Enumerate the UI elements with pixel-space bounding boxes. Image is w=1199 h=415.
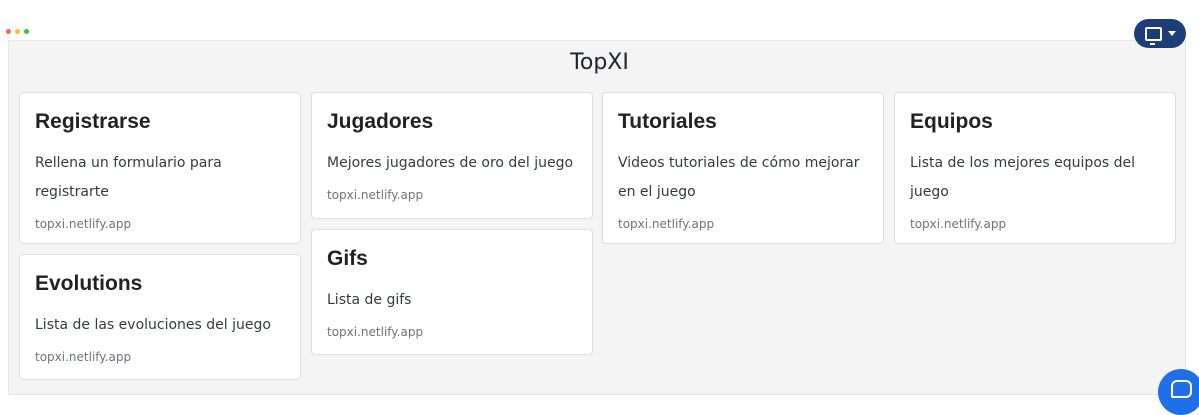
card-link[interactable]: topxi.netlify.app <box>327 325 577 339</box>
card-text: Lista de los mejores equipos del juego <box>910 155 1136 200</box>
card-registrarse[interactable]: Registrarse Rellena un formulario para r… <box>19 92 301 244</box>
window-chrome <box>6 23 1186 41</box>
page-title: TopXI <box>570 50 629 75</box>
monitor-icon <box>1144 26 1162 45</box>
minimize-dot[interactable] <box>15 29 20 34</box>
card-equipos[interactable]: Equipos Lista de los mejores equipos del… <box>894 92 1176 244</box>
card-link[interactable]: topxi.netlify.app <box>327 188 577 202</box>
card-text: Rellena un formulario para registrarte <box>35 155 222 200</box>
card-gifs[interactable]: Gifs Lista de gifs topxi.netlify.app <box>311 229 593 355</box>
card-evolutions[interactable]: Evolutions Lista de las evoluciones del … <box>19 254 301 380</box>
card-title: Equipos <box>910 110 993 133</box>
card-text: Mejores jugadores de oro del juego <box>327 155 574 171</box>
close-dot[interactable] <box>6 29 11 34</box>
display-menu-button[interactable] <box>1134 19 1186 48</box>
card-text: Lista de gifs <box>327 292 412 308</box>
chat-button[interactable] <box>1158 369 1199 415</box>
caret-down-icon <box>1167 31 1176 36</box>
card-link[interactable]: topxi.netlify.app <box>910 217 1160 231</box>
card-title: Jugadores <box>327 110 434 133</box>
card-link[interactable]: topxi.netlify.app <box>35 350 285 364</box>
card-text: Videos tutoriales de cómo mejorar en el … <box>618 155 860 200</box>
card-title: Evolutions <box>35 272 143 295</box>
card-text: Lista de las evoluciones del juego <box>35 317 271 333</box>
card-tutoriales[interactable]: Tutoriales Videos tutoriales de cómo mej… <box>602 92 884 244</box>
card-link[interactable]: topxi.netlify.app <box>618 217 868 231</box>
card-title: Registrarse <box>35 110 151 133</box>
card-link[interactable]: topxi.netlify.app <box>35 217 285 231</box>
maximize-dot[interactable] <box>24 29 29 34</box>
card-title: Tutoriales <box>618 110 717 133</box>
card-title: Gifs <box>327 247 368 270</box>
window-controls <box>6 29 29 34</box>
card-jugadores[interactable]: Jugadores Mejores jugadores de oro del j… <box>311 92 593 219</box>
chat-icon <box>1171 380 1192 398</box>
